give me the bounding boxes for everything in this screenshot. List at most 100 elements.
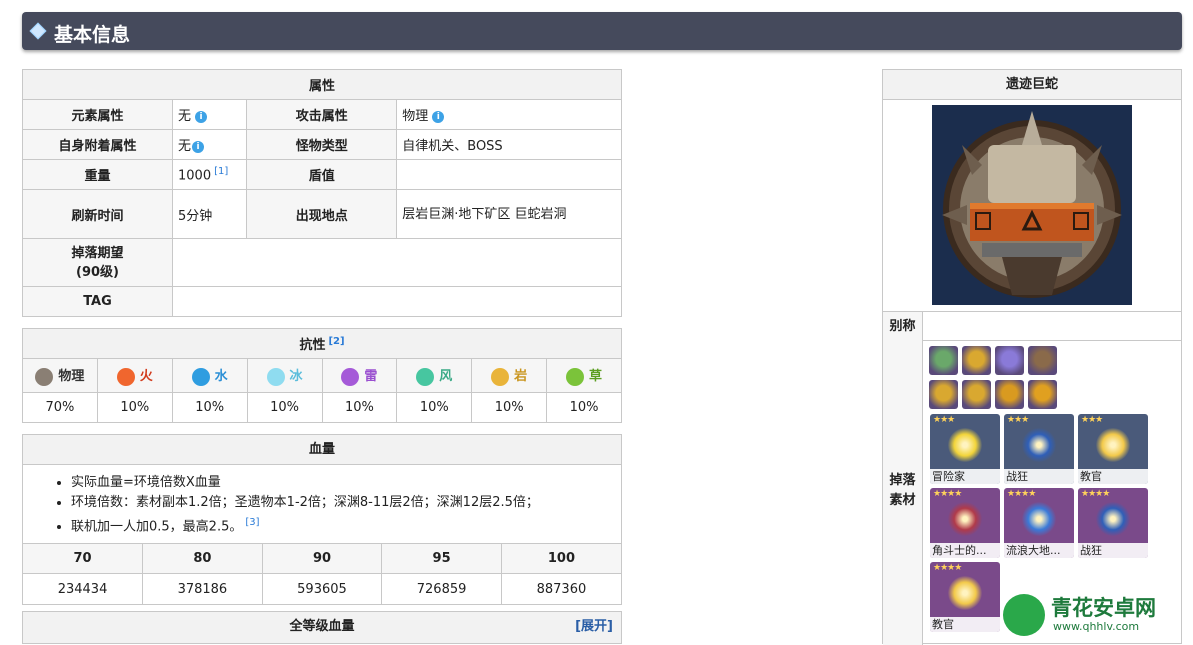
self-attach-label: 自身附着属性	[22, 129, 173, 160]
artifact-item[interactable]: ★★★ 教官	[1078, 414, 1148, 484]
element-value: 无i	[171, 99, 248, 130]
weight-value: 1000 [1]	[171, 159, 248, 190]
resistance-value: 10%	[321, 392, 398, 423]
artifact-item[interactable]: ★★★★ 战狂	[1078, 488, 1148, 558]
hp-box: 血量 实际血量=环境倍数X血量 环境倍数：素材副本1.2倍；圣遗物本1-2倍；深…	[22, 434, 622, 605]
gem-icon-2[interactable]	[962, 380, 991, 409]
resistance-header: 岩	[471, 358, 548, 393]
hp-level: 95	[381, 543, 502, 574]
weight-label: 重量	[22, 159, 173, 190]
location-value: 层岩巨渊·地下矿区 巨蛇岩洞	[396, 189, 622, 239]
resistance-header: 物理	[22, 358, 98, 393]
hp-value: 593605	[261, 573, 382, 604]
reference-link[interactable]: [2]	[328, 336, 344, 347]
info-icon[interactable]: i	[432, 110, 445, 123]
element-name: 火	[139, 369, 153, 385]
watermark-logo	[1003, 594, 1045, 636]
star-rating: ★★★	[1007, 415, 1029, 425]
hp-value: 234434	[23, 573, 143, 604]
resistance-header: 冰	[246, 358, 323, 393]
artifact-flower-icon	[948, 428, 982, 462]
star-rating: ★★★★	[1081, 489, 1110, 499]
hp-note: 环境倍数：素材副本1.2倍；圣遗物本1-2倍；深渊8-11层2倍；深渊12层2.…	[71, 493, 621, 513]
element-name: 风	[439, 369, 453, 385]
artifact-name: 冒险家	[930, 469, 1000, 484]
artifact-flower-icon	[1022, 502, 1056, 536]
hp-level: 80	[142, 543, 263, 574]
location-label: 出现地点	[246, 189, 398, 239]
artifact-item[interactable]: ★★★★ 流浪大地...	[1004, 488, 1074, 558]
element-icon	[191, 367, 210, 386]
hp-value: 378186	[142, 573, 263, 604]
sigil-icon[interactable]	[929, 346, 958, 375]
artifact-item[interactable]: ★★★ 冒险家	[930, 414, 1000, 484]
element-icon	[416, 367, 435, 386]
gem-icon-3[interactable]	[995, 380, 1024, 409]
hp-value: 726859	[381, 573, 502, 604]
info-icon[interactable]: i	[192, 140, 205, 153]
drop-expect-label: 掉落期望 (90级)	[22, 238, 173, 287]
hp-level-table: 70 80 90 95 100 234434 378186 593605 726859 8873…	[23, 543, 621, 604]
hp-note: 实际血量=环境倍数X血量	[71, 473, 621, 493]
star-rating: ★★★★	[933, 563, 962, 573]
artifact-name: 战狂	[1078, 543, 1148, 558]
element-name: 岩	[514, 369, 528, 385]
monster-type-label: 怪物类型	[246, 129, 398, 160]
artifact-flower-icon	[948, 576, 982, 610]
reference-link[interactable]: [3]	[245, 517, 259, 528]
info-icon[interactable]: i	[195, 110, 208, 123]
artifact-name: 流浪大地...	[1004, 543, 1074, 558]
attack-label: 攻击属性	[246, 99, 398, 130]
artifact-item[interactable]: ★★★ 战狂	[1004, 414, 1074, 484]
artifact-name: 角斗士的...	[930, 543, 1000, 558]
resistance-value: 10%	[396, 392, 473, 423]
gem-icon-1[interactable]	[929, 380, 958, 409]
resistance-header: 草	[546, 358, 622, 393]
artifact-item[interactable]: ★★★★ 角斗士的...	[930, 488, 1000, 558]
artifact-name: 教官	[930, 617, 1000, 632]
self-attach-value: 无i	[171, 129, 248, 160]
resistance-header: 火	[96, 358, 173, 393]
all-level-hp-bar: 全等级血量 [展开]	[22, 611, 622, 644]
artifact-item[interactable]: ★★★★ 教官	[930, 562, 1000, 632]
resistance-header: 风	[396, 358, 473, 393]
watermark-title: 青花安卓网	[1051, 596, 1156, 620]
hp-level: 70	[23, 543, 143, 574]
watermark: 青花安卓网 www.qhhlv.com	[1003, 590, 1183, 640]
drop-expect-value	[172, 238, 622, 287]
resistance-table: 抗性 [2] 物理火水冰雷风岩草 70% 10% 10% 10% 10% 10% 10% 10%	[22, 328, 622, 423]
section-title: 基本信息	[54, 24, 131, 46]
resistance-header: 雷	[321, 358, 398, 393]
element-icon	[491, 367, 510, 386]
element-icon	[266, 367, 285, 386]
reference-link[interactable]: [1]	[214, 166, 228, 177]
element-name: 雷	[364, 369, 378, 385]
monster-portrait	[932, 105, 1132, 305]
attributes-table: 属性 元素属性 无i 攻击属性 物理 i 自身附着属性 无i 怪物类型 自律机关、…	[22, 69, 622, 317]
drop-label: 掉落 素材	[883, 341, 923, 645]
attack-value: 物理 i	[396, 99, 622, 130]
gem-icon-4[interactable]	[1028, 380, 1057, 409]
refresh-value: 5分钟	[171, 189, 248, 239]
hp-notes: 实际血量=环境倍数X血量 环境倍数：素材副本1.2倍；圣遗物本1-2倍；深渊8-…	[23, 465, 621, 543]
alias-row: 别称	[883, 311, 1181, 341]
refresh-label: 刷新时间	[22, 189, 173, 239]
resistance-header: 水	[171, 358, 248, 393]
eye-icon[interactable]	[995, 346, 1024, 375]
star-rating: ★★★★	[933, 489, 962, 499]
element-icon	[341, 367, 360, 386]
hp-note: 联机加一人加0.5，最高2.5。[3]	[71, 513, 621, 537]
expand-link[interactable]: [展开]	[575, 612, 613, 642]
attributes-caption: 属性	[22, 69, 622, 100]
star-rating: ★★★	[933, 415, 955, 425]
star-rating: ★★★	[1081, 415, 1103, 425]
resistance-value: 10%	[246, 392, 323, 423]
mora-icon[interactable]	[962, 346, 991, 375]
hp-value: 887360	[500, 573, 621, 604]
element-icon	[116, 367, 135, 386]
resistance-value: 10%	[471, 392, 548, 423]
hp-caption: 血量	[23, 435, 621, 465]
gear-icon[interactable]	[1028, 346, 1057, 375]
diamond-icon	[29, 22, 47, 40]
tag-label: TAG	[22, 286, 173, 317]
